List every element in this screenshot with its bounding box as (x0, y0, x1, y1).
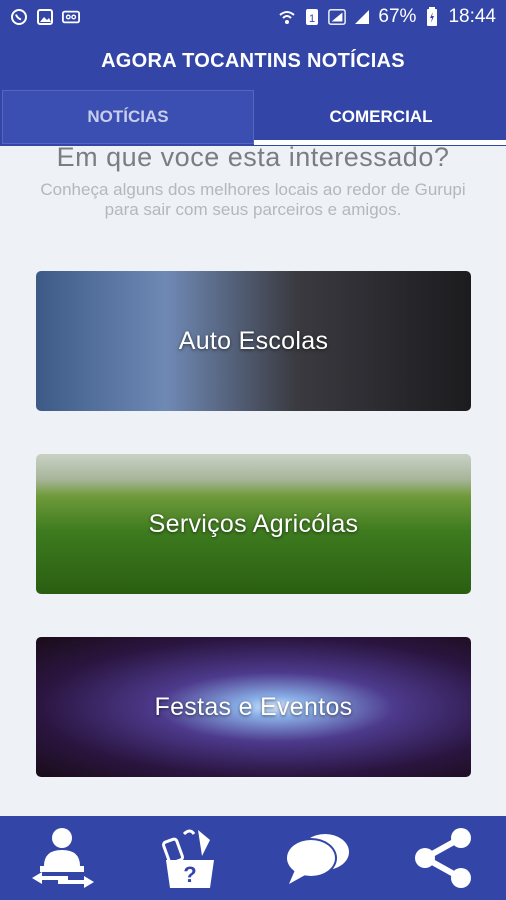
svg-text:1: 1 (309, 13, 315, 25)
image-icon (36, 8, 54, 26)
nav-chat-button[interactable] (276, 822, 356, 894)
category-card-servicos-agricolas[interactable]: Serviços Agricólas (36, 454, 471, 594)
category-card-festas-eventos[interactable]: Festas e Eventos (36, 637, 471, 777)
signal-box-icon (328, 8, 347, 26)
user-transfer-icon (32, 828, 95, 888)
battery-icon (423, 7, 441, 26)
voicemail-icon (62, 8, 80, 26)
tab-noticias[interactable]: NOTÍCIAS (2, 90, 254, 144)
category-card-auto-escolas[interactable]: Auto Escolas (36, 271, 471, 411)
signal-icon (353, 8, 371, 26)
bottom-nav: ? (0, 816, 506, 900)
nav-share-button[interactable] (403, 822, 483, 894)
category-label: Serviços Agricólas (148, 509, 359, 538)
category-label: Festas e Eventos (154, 692, 353, 721)
chat-icon (285, 834, 350, 884)
system-icons: 1 67% 18:44 (278, 6, 496, 28)
wifi-icon (278, 8, 296, 26)
svg-text:?: ? (183, 862, 196, 887)
clock: 18:44 (448, 6, 496, 27)
app-bar: AGORA TOCANTINS NOTÍCIAS (0, 34, 506, 88)
tab-comercial[interactable]: COMERCIAL (256, 88, 506, 146)
page-subtitle: Conheça alguns dos melhores locais ao re… (40, 180, 466, 219)
app-title: AGORA TOCANTINS NOTÍCIAS (101, 49, 405, 72)
battery-percent: 67% (378, 6, 417, 27)
tab-label: COMERCIAL (329, 107, 433, 126)
tab-label: NOTÍCIAS (87, 107, 169, 126)
share-icon (414, 828, 471, 888)
status-bar: 1 67% 18:44 (0, 0, 506, 34)
nav-help-box-button[interactable]: ? (150, 822, 230, 894)
sim-icon: 1 (303, 8, 321, 26)
page-headline: Em que voce esta interessado? (56, 142, 450, 172)
notification-icons (10, 8, 80, 26)
tab-bar: NOTÍCIAS COMERCIAL (0, 88, 506, 146)
category-label: Auto Escolas (178, 326, 329, 355)
whatsapp-icon (10, 8, 28, 26)
nav-user-transfer-button[interactable] (23, 822, 103, 894)
main-content[interactable]: Em que voce esta interessado? Conheça al… (0, 142, 506, 816)
help-box-icon: ? (161, 829, 214, 888)
